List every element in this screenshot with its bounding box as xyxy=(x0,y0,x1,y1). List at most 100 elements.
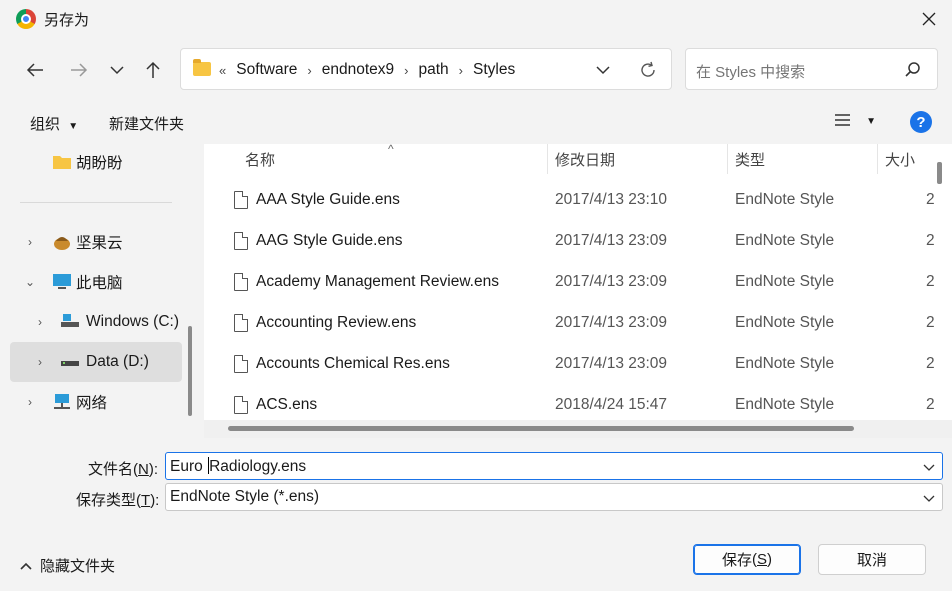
file-list: ^ 名称 修改日期 类型 大小 AAA Style Guide.ens 2017… xyxy=(204,144,952,438)
hide-folders-label: 隐藏文件夹 xyxy=(40,558,116,575)
chevron-down-icon[interactable]: ⌄ xyxy=(24,275,36,289)
new-folder-button[interactable]: 新建文件夹 xyxy=(109,113,184,134)
file-icon xyxy=(234,191,248,209)
file-name: AAA Style Guide.ens xyxy=(256,191,400,208)
navigation-bar: « Software › endnotex9 › path › Styles 在… xyxy=(0,38,952,100)
file-icon xyxy=(234,396,248,414)
chevron-down-icon[interactable] xyxy=(922,491,936,505)
file-name: AAG Style Guide.ens xyxy=(256,232,403,249)
sort-ascending-icon: ^ xyxy=(388,144,394,156)
chevron-right-icon[interactable]: › xyxy=(307,63,311,78)
filetype-select[interactable]: EndNote Style (*.ens) xyxy=(165,483,943,511)
file-icon xyxy=(234,232,248,250)
sidebar-item-label: Data (D:) xyxy=(86,353,149,370)
column-header-type[interactable]: 类型 xyxy=(735,144,765,174)
file-modified: 2017/4/13 23:09 xyxy=(555,355,668,372)
breadcrumb-item[interactable]: path xyxy=(419,61,449,79)
folder-icon xyxy=(53,156,71,169)
column-divider[interactable] xyxy=(877,144,878,174)
file-row[interactable]: AAA Style Guide.ens 2017/4/13 23:10 EndN… xyxy=(204,180,935,221)
chevron-right-icon[interactable]: › xyxy=(24,395,36,409)
chevron-right-icon[interactable]: › xyxy=(404,63,408,78)
organize-menu[interactable]: 组织 ▼ xyxy=(30,113,78,134)
file-type: EndNote Style xyxy=(735,273,835,290)
column-header-modified[interactable]: 修改日期 xyxy=(555,144,615,174)
sidebar-item-label: 网络 xyxy=(76,395,108,412)
file-type: EndNote Style xyxy=(735,191,835,208)
back-button[interactable] xyxy=(20,55,50,85)
column-header-name[interactable]: 名称 xyxy=(245,144,275,174)
chevron-down-icon[interactable] xyxy=(593,60,613,80)
breadcrumb-item[interactable]: Software xyxy=(236,61,297,79)
title-bar: 另存为 xyxy=(0,0,952,38)
close-button[interactable] xyxy=(906,0,952,38)
cancel-button[interactable]: 取消 xyxy=(818,544,926,575)
file-row[interactable]: Academy Management Review.ens 2017/4/13 … xyxy=(204,262,935,303)
sidebar-item-network[interactable]: › 网络 xyxy=(10,382,182,422)
recent-locations-button[interactable] xyxy=(102,55,132,85)
search-input[interactable]: 在 Styles 中搜索 xyxy=(696,61,805,82)
sidebar-item-user-folder[interactable]: 胡盼盼 xyxy=(10,142,182,182)
list-view-icon xyxy=(835,114,850,126)
horizontal-scrollbar[interactable] xyxy=(228,426,854,431)
chevron-right-icon[interactable]: › xyxy=(24,235,36,249)
hide-folders-toggle[interactable]: 隐藏文件夹 xyxy=(20,555,115,576)
arrow-left-icon xyxy=(26,63,43,77)
refresh-icon[interactable] xyxy=(637,59,659,81)
file-name: ACS.ens xyxy=(256,396,318,413)
sidebar-item-drive-c[interactable]: › Windows (C:) xyxy=(10,302,182,342)
organize-label: 组织 xyxy=(30,116,61,133)
up-button[interactable] xyxy=(138,55,168,85)
file-row[interactable]: Accounting Review.ens 2017/4/13 23:09 En… xyxy=(204,303,935,344)
search-box[interactable]: 在 Styles 中搜索 xyxy=(685,48,938,90)
file-name: Accounting Review.ens xyxy=(256,314,417,331)
file-row[interactable]: Accounts Chemical Res.ens 2017/4/13 23:0… xyxy=(204,344,935,385)
file-name: Accounts Chemical Res.ens xyxy=(256,355,450,372)
chevron-down-icon[interactable] xyxy=(922,460,936,474)
breadcrumb-item[interactable]: Styles xyxy=(473,61,515,79)
column-divider[interactable] xyxy=(727,144,728,174)
help-button[interactable]: ? xyxy=(910,111,932,133)
sidebar-scrollbar[interactable] xyxy=(188,326,192,416)
arrow-right-icon xyxy=(71,63,88,77)
sidebar-divider xyxy=(20,202,172,203)
sidebar-item-this-pc[interactable]: ⌄ 此电脑 xyxy=(10,262,182,302)
nutstore-icon xyxy=(54,237,70,250)
file-type: EndNote Style xyxy=(735,232,835,249)
file-name: Academy Management Review.ens xyxy=(256,273,499,290)
filename-field[interactable]: Euro Radiology.ens xyxy=(165,452,943,480)
drive-icon xyxy=(61,361,79,366)
filename-value[interactable]: Euro Radiology.ens xyxy=(170,457,306,476)
chrome-icon xyxy=(16,9,36,29)
file-size: 2 xyxy=(926,232,935,249)
filetype-value: EndNote Style (*.ens) xyxy=(170,488,320,505)
save-form: 文件名(N): Euro Radiology.ens 保存类型(T): EndN… xyxy=(0,438,952,591)
file-icon xyxy=(234,314,248,332)
command-bar: 组织 ▼ 新建文件夹 ▼ ? xyxy=(0,100,952,144)
caret-down-icon: ▼ xyxy=(866,116,877,127)
file-modified: 2017/4/13 23:10 xyxy=(555,191,668,208)
computer-icon xyxy=(53,274,71,289)
breadcrumb-item[interactable]: endnotex9 xyxy=(322,61,394,79)
file-icon xyxy=(234,355,248,373)
file-type: EndNote Style xyxy=(735,314,835,331)
breadcrumb-overflow[interactable]: « xyxy=(219,63,226,78)
view-options-button[interactable]: ▼ xyxy=(834,112,876,132)
chevron-right-icon[interactable]: › xyxy=(459,63,463,78)
vertical-scrollbar[interactable] xyxy=(937,162,942,184)
file-size: 2 xyxy=(926,396,935,413)
sidebar-item-label: 坚果云 xyxy=(76,235,123,252)
sidebar-item-nutstore[interactable]: › 坚果云 xyxy=(10,222,182,262)
forward-button[interactable] xyxy=(64,55,94,85)
chevron-right-icon[interactable]: › xyxy=(34,315,46,329)
column-header-size[interactable]: 大小 xyxy=(885,144,915,174)
folder-icon xyxy=(193,59,211,76)
sidebar-item-drive-d[interactable]: › Data (D:) xyxy=(10,342,182,382)
save-button[interactable]: 保存(S) xyxy=(693,544,801,575)
file-row[interactable]: AAG Style Guide.ens 2017/4/13 23:09 EndN… xyxy=(204,221,935,262)
search-icon xyxy=(905,62,920,77)
chevron-right-icon[interactable]: › xyxy=(34,355,46,369)
address-bar[interactable]: « Software › endnotex9 › path › Styles xyxy=(180,48,672,90)
column-divider[interactable] xyxy=(547,144,548,174)
filename-label: 文件名(N): xyxy=(88,461,159,478)
